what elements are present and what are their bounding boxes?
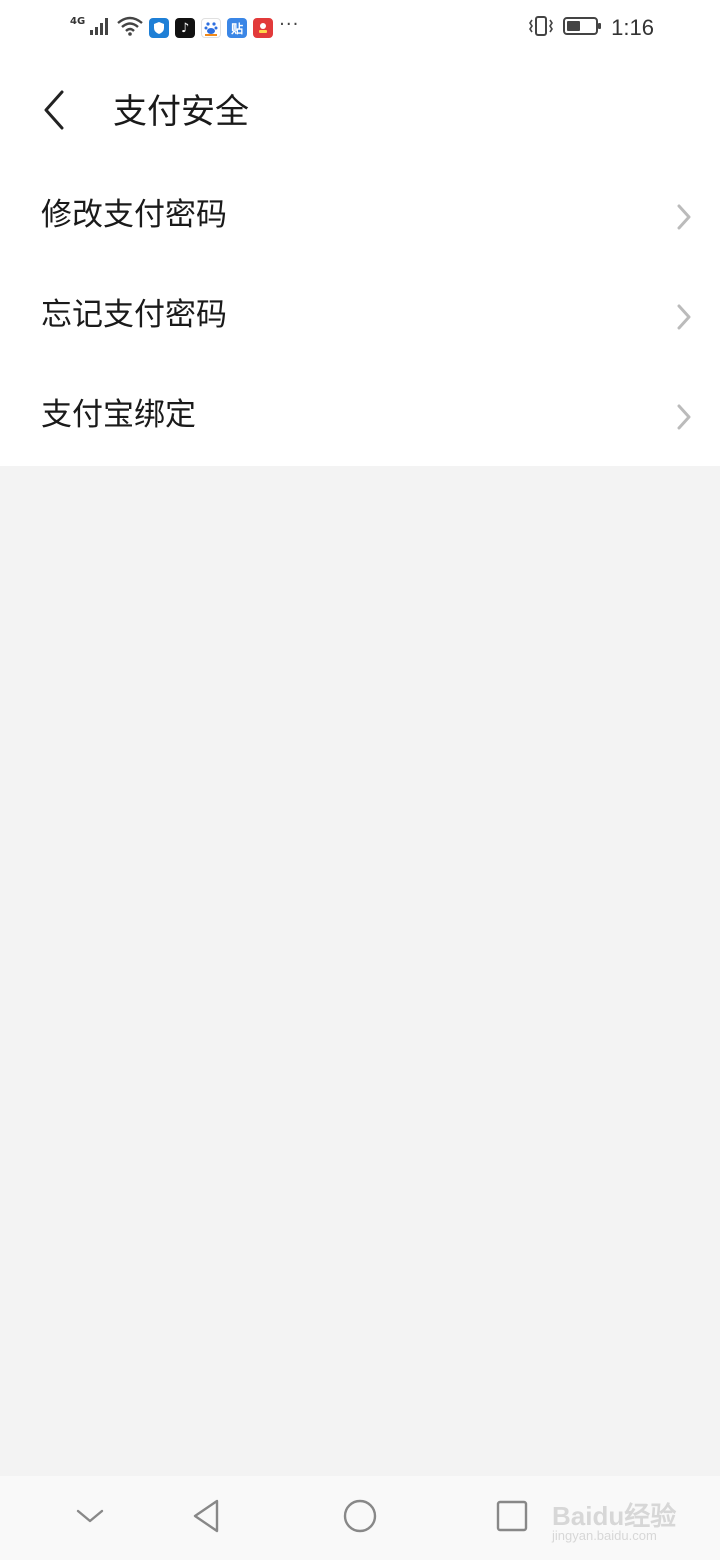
menu-item-label: 修改支付密码 [41, 197, 227, 233]
more-notifications-icon: ··· [279, 13, 300, 35]
status-left-group: 4G ♪ 贴 ··· [70, 12, 299, 44]
tieba-glyph: 贴 [231, 21, 244, 36]
shield-app-icon [149, 18, 170, 38]
menu-item-forgot-payment-password[interactable]: 忘记支付密码 [0, 266, 720, 366]
status-bar: 4G ♪ 贴 ··· 1:16 [0, 0, 720, 56]
baidu-app-icon [201, 18, 222, 38]
chevron-left-icon [42, 90, 66, 134]
vibrate-icon [527, 15, 555, 41]
network-type-label: 4G [70, 15, 86, 27]
status-time: 1:16 [611, 15, 654, 40]
chevron-right-icon [676, 404, 692, 430]
watermark-url: jingyan.baidu.com [552, 1528, 657, 1543]
chevron-right-icon [676, 304, 692, 330]
battery-icon [563, 15, 603, 41]
recents-square-icon [496, 1500, 528, 1536]
tiktok-app-icon: ♪ [175, 18, 196, 38]
hide-nav-button[interactable] [66, 1494, 114, 1542]
menu-item-label: 支付宝绑定 [41, 397, 196, 433]
menu-item-alipay-binding[interactable]: 支付宝绑定 [0, 366, 720, 466]
nav-recents-button[interactable] [488, 1494, 536, 1542]
wifi-icon [117, 16, 143, 40]
game-app-icon [253, 18, 274, 38]
home-circle-icon [342, 1498, 378, 1538]
payment-security-menu: 修改支付密码 忘记支付密码 支付宝绑定 [0, 166, 720, 466]
signal-icon [89, 16, 111, 40]
tiktok-glyph: ♪ [181, 20, 190, 36]
tieba-app-icon: 贴 [227, 18, 248, 38]
back-triangle-icon [191, 1498, 221, 1538]
page-header: 支付安全 [0, 56, 720, 166]
chevron-right-icon [676, 204, 692, 230]
status-right-group: 1:16 [527, 12, 654, 44]
nav-home-button[interactable] [336, 1494, 384, 1542]
chevron-down-icon [76, 1508, 104, 1528]
baidu-jingyan-watermark: Baidu经验 jingyan.baidu.com [552, 1496, 692, 1546]
page-title: 支付安全 [113, 92, 249, 132]
nav-back-button[interactable] [182, 1494, 230, 1542]
phone-screen: 4G ♪ 贴 ··· 1:16 支付安全 修改支付密码 忘记支付密码 支付宝绑定… [0, 0, 720, 1560]
menu-item-change-payment-password[interactable]: 修改支付密码 [0, 166, 720, 266]
menu-item-label: 忘记支付密码 [41, 297, 227, 333]
back-button[interactable] [32, 84, 76, 140]
